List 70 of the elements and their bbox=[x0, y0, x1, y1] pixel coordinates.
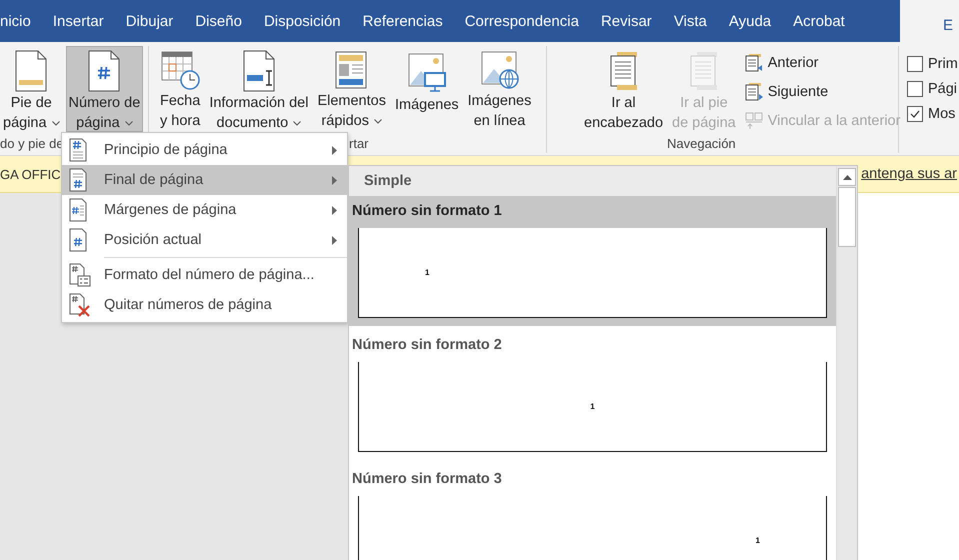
page-number: 1 bbox=[756, 536, 760, 545]
ribbon-button[interactable]: Pie de página bbox=[0, 46, 63, 132]
caret-icon bbox=[52, 120, 60, 126]
ribbon-button[interactable]: Número de página bbox=[66, 46, 144, 132]
ribbon-tab[interactable]: Correspondencia bbox=[454, 0, 590, 42]
ribbon-small-button[interactable]: Siguiente bbox=[744, 79, 900, 105]
submenu-arrow-icon bbox=[332, 176, 337, 184]
group-label: Navegación bbox=[667, 136, 736, 151]
ribbon-tab[interactable]: Disposición bbox=[252, 0, 352, 42]
submenu-arrow-icon bbox=[332, 146, 337, 154]
group-label: rtar bbox=[349, 136, 368, 150]
page-number: 1 bbox=[590, 402, 595, 411]
submenu-arrow-icon bbox=[332, 236, 337, 244]
picture-monitor-icon bbox=[406, 51, 447, 93]
gallery-header: Simple bbox=[349, 166, 836, 196]
notice-text: GA OFFIC bbox=[0, 166, 61, 182]
menu-item[interactable]: Quitar números de página bbox=[62, 290, 347, 320]
up-arrow-icon bbox=[842, 174, 852, 180]
checkbox-label: Mos bbox=[928, 106, 956, 122]
checkmark-icon bbox=[910, 110, 920, 118]
scroll-up-button[interactable] bbox=[838, 168, 856, 186]
caret-icon bbox=[374, 118, 382, 124]
gallery-item-title: Número sin formato 1 bbox=[352, 202, 503, 221]
checkbox-label: Prim bbox=[928, 56, 958, 72]
calendar-clock-icon bbox=[160, 49, 200, 91]
ribbon-tab[interactable]: Referencias bbox=[352, 0, 454, 42]
menu-item[interactable]: Final de página bbox=[62, 165, 347, 195]
checkbox[interactable] bbox=[907, 81, 923, 97]
number-format-icon bbox=[68, 263, 92, 287]
page-bottom-number-icon bbox=[68, 168, 88, 192]
ribbon-tab[interactable]: Ayuda bbox=[718, 0, 782, 42]
gallery-item-title: Número sin formato 3 bbox=[352, 470, 503, 489]
caret-icon bbox=[124, 120, 133, 126]
ribbon-small-button[interactable]: Anterior bbox=[744, 50, 900, 76]
ribbon-button[interactable]: Imágenes en línea bbox=[464, 46, 534, 132]
checkbox[interactable] bbox=[907, 106, 923, 122]
ribbon-tab[interactable]: nicio bbox=[0, 0, 42, 42]
ribbon-tab[interactable]: Revisar bbox=[590, 0, 663, 42]
ribbon-button[interactable]: Ir al encabezado bbox=[581, 46, 666, 132]
ribbon-tab[interactable]: Diseño bbox=[184, 0, 253, 42]
link-sections-icon bbox=[744, 111, 764, 131]
ribbon-tab[interactable]: Insertar bbox=[42, 0, 115, 42]
checkbox-label: Pági bbox=[928, 81, 958, 97]
ribbon-tab[interactable]: Acrobat bbox=[782, 0, 856, 42]
checkbox[interactable] bbox=[907, 56, 923, 72]
submenu-arrow-icon bbox=[332, 206, 337, 214]
menu-item[interactable]: Formato del número de página... bbox=[62, 260, 347, 290]
page-margin-number-icon bbox=[68, 198, 88, 222]
ribbon-button[interactable]: Fecha y hora bbox=[157, 46, 204, 132]
scroll-thumb[interactable] bbox=[838, 187, 856, 247]
page-top-number-icon bbox=[68, 138, 88, 162]
picture-globe-icon bbox=[480, 49, 520, 91]
ribbon-button[interactable]: Información del documento bbox=[206, 46, 312, 132]
ribbon-tab[interactable]: Vista bbox=[662, 0, 718, 42]
menu-item[interactable]: Márgenes de página bbox=[62, 195, 347, 225]
remove-numbers-icon bbox=[68, 293, 92, 317]
caret-icon bbox=[293, 120, 302, 126]
menu-item[interactable]: Principio de página bbox=[62, 135, 347, 165]
menu-item[interactable]: Posición actual bbox=[62, 225, 347, 255]
gallery-item-title: Número sin formato 2 bbox=[352, 336, 503, 355]
next-section-icon bbox=[744, 82, 764, 102]
ribbon-button[interactable]: Elementos rápidos bbox=[314, 46, 389, 132]
ribbon-button[interactable]: Imágenes bbox=[392, 46, 462, 132]
page-current-number-icon bbox=[68, 228, 88, 252]
page-number: 1 bbox=[425, 268, 430, 277]
notice-link[interactable]: antenga sus ar bbox=[861, 166, 957, 182]
gallery-item[interactable]: Número sin formato 1 1 bbox=[349, 196, 836, 326]
previous-section-icon bbox=[744, 53, 764, 73]
scrollbar[interactable] bbox=[836, 166, 857, 560]
ribbon-tab[interactable]: Dibujar bbox=[114, 0, 184, 42]
